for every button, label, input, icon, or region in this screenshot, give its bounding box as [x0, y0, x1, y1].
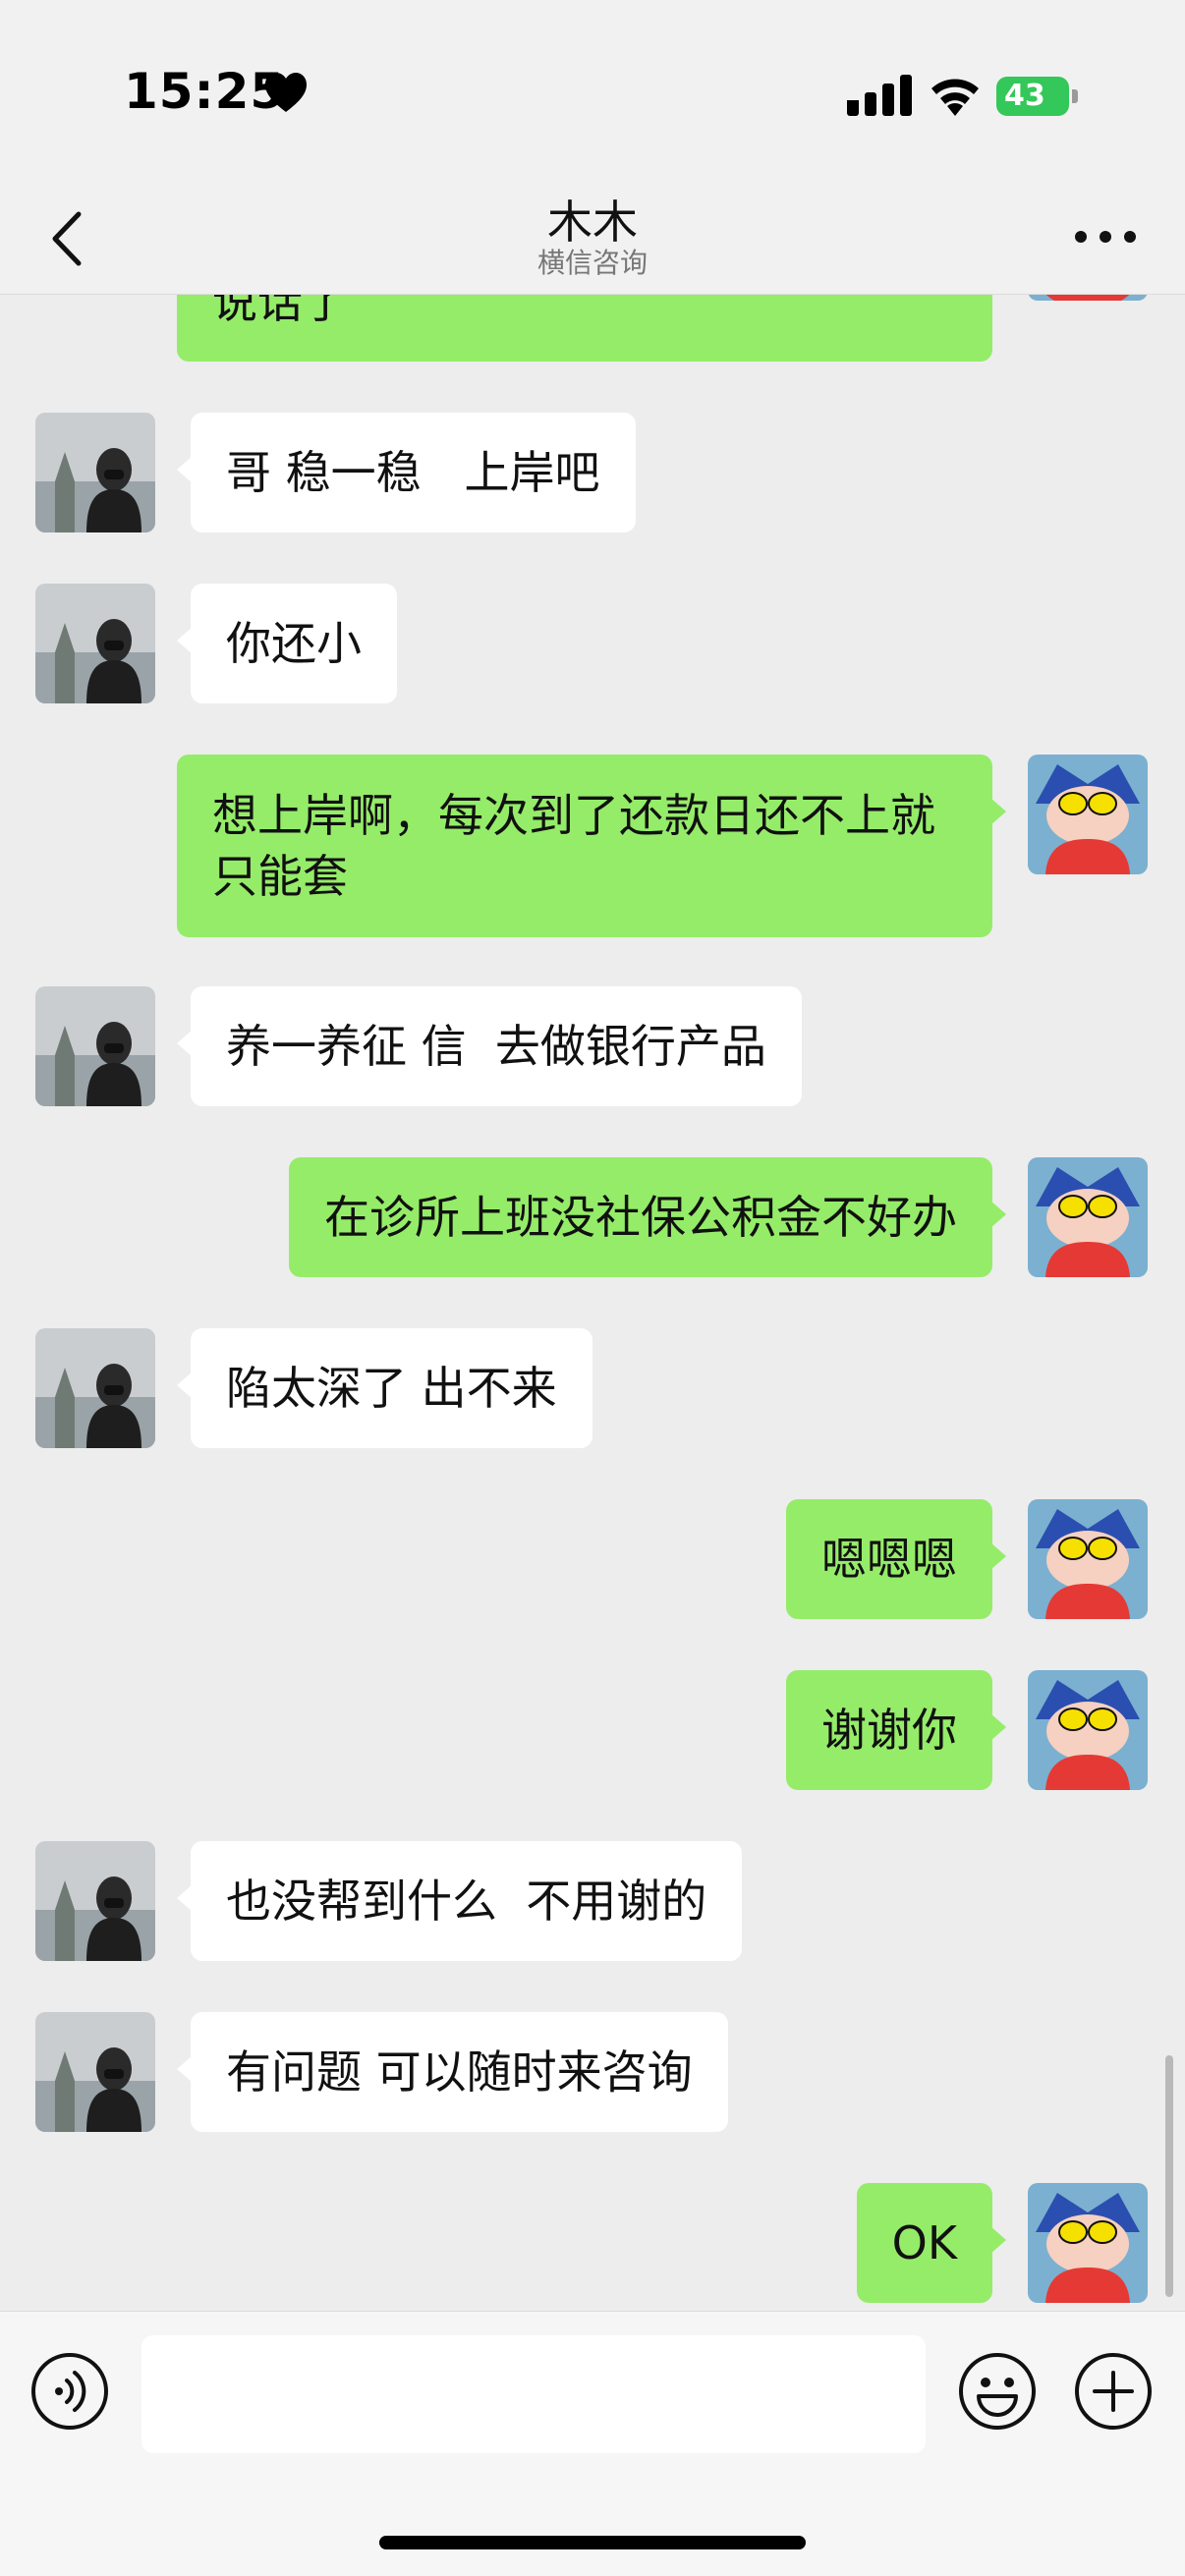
message-bubble-outgoing[interactable]: 想上岸啊，每次到了还款日还不上就只能套	[177, 755, 1006, 937]
voice-icon[interactable]	[29, 2351, 110, 2432]
signal-icon	[847, 75, 912, 116]
battery-icon: 43	[996, 77, 1079, 116]
message-bubble-outgoing[interactable]: 在诊所上班没社保公积金不好办	[289, 1157, 1006, 1277]
heart-icon	[265, 73, 307, 112]
message-text: 有问题 可以随时来咨询	[226, 2045, 693, 2099]
my-avatar	[1028, 1670, 1148, 1790]
contact-avatar	[35, 2012, 155, 2132]
message-bubble-outgoing[interactable]: 谢谢你	[786, 1670, 1006, 1790]
message-text: 谢谢你	[821, 1704, 957, 1757]
chat-screen: 15:25 43 木木 横信咨询 说话了 哥 稳一稳 上岸吧 你还小 想上岸啊，…	[0, 0, 1185, 2576]
status-bar: 15:25 43	[0, 0, 1185, 187]
message-bubble-incoming[interactable]: 养一养征 信 去做银行产品	[177, 986, 802, 1106]
message-bubble-incoming[interactable]: 你还小	[177, 584, 397, 703]
message-bubble-outgoing[interactable]: 嗯嗯嗯	[786, 1499, 1006, 1619]
contact-avatar	[35, 584, 155, 703]
my-avatar	[1028, 2183, 1148, 2303]
chat-header: 木木 横信咨询	[0, 187, 1185, 295]
scrollbar[interactable]	[1165, 2055, 1173, 2297]
plus-icon[interactable]	[1073, 2351, 1154, 2432]
message-text: 也没帮到什么 不用谢的	[226, 1875, 707, 1928]
more-dots-icon[interactable]	[1071, 222, 1140, 252]
message-text: 陷太深了 出不来	[226, 1362, 557, 1415]
contact-avatar	[35, 1328, 155, 1448]
message-text: 养一养征 信 去做银行产品	[226, 1020, 766, 1073]
home-indicator	[379, 2536, 806, 2549]
battery-level: 43	[1004, 79, 1045, 113]
emoji-icon[interactable]	[957, 2351, 1038, 2432]
contact-avatar	[35, 413, 155, 532]
status-time: 15:25	[124, 63, 286, 120]
contact-avatar	[35, 1841, 155, 1961]
message-bubble-outgoing[interactable]: OK	[856, 2183, 1006, 2303]
contact-avatar	[35, 986, 155, 1106]
message-text: 想上岸啊，每次到了还款日还不上就只能套	[212, 789, 935, 903]
message-text: 在诊所上班没社保公积金不好办	[324, 1191, 957, 1244]
my-avatar	[1028, 1157, 1148, 1277]
message-text: OK	[891, 2216, 957, 2269]
chat-subtitle: 横信咨询	[536, 247, 648, 279]
message-input[interactable]	[141, 2335, 926, 2453]
message-bubble-incoming[interactable]: 有问题 可以随时来咨询	[177, 2012, 728, 2132]
message-text: 嗯嗯嗯	[821, 1533, 957, 1586]
input-bar	[0, 2311, 1185, 2576]
wifi-icon	[931, 79, 979, 116]
message-text: 哥 稳一稳 上岸吧	[226, 446, 600, 499]
message-bubble-incoming[interactable]: 哥 稳一稳 上岸吧	[177, 413, 636, 532]
my-avatar	[1028, 755, 1148, 874]
my-avatar	[1028, 1499, 1148, 1619]
message-text: 你还小	[226, 617, 362, 670]
message-bubble-incoming[interactable]: 也没帮到什么 不用谢的	[177, 1841, 743, 1961]
message-bubble-incoming[interactable]: 陷太深了 出不来	[177, 1328, 592, 1448]
